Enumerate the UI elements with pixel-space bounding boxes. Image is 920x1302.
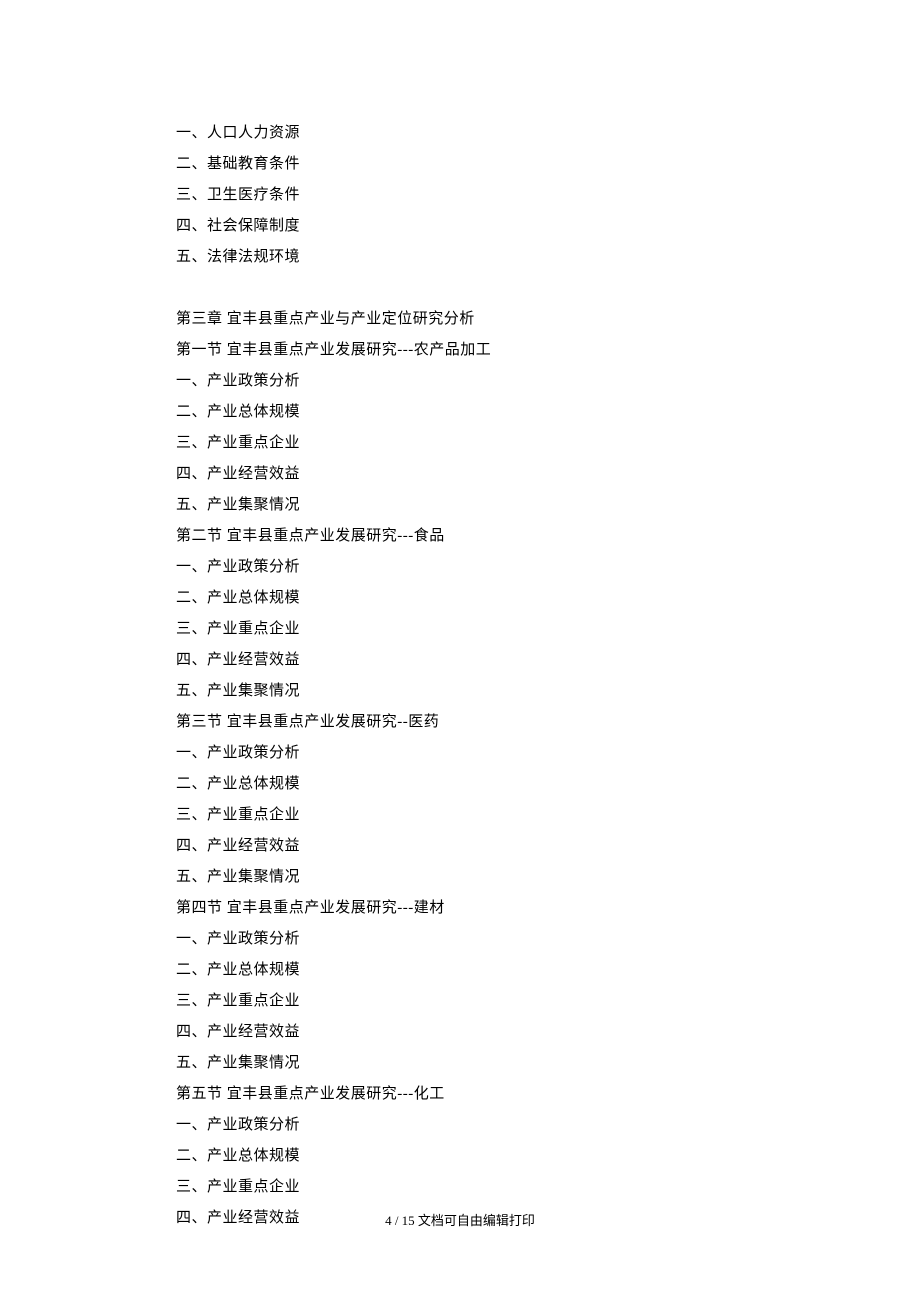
toc-line: 第一节 宜丰县重点产业发展研究---农产品加工 — [176, 335, 800, 366]
toc-line: 三、产业重点企业 — [176, 614, 800, 645]
toc-line: 第二节 宜丰县重点产业发展研究---食品 — [176, 521, 800, 552]
toc-line: 四、产业经营效益 — [176, 645, 800, 676]
toc-line: 第五节 宜丰县重点产业发展研究---化工 — [176, 1079, 800, 1110]
toc-line: 二、产业总体规模 — [176, 1141, 800, 1172]
toc-line: 四、产业经营效益 — [176, 459, 800, 490]
toc-line: 一、产业政策分析 — [176, 924, 800, 955]
toc-line: 三、产业重点企业 — [176, 986, 800, 1017]
toc-line: 五、产业集聚情况 — [176, 676, 800, 707]
toc-line: 二、基础教育条件 — [176, 149, 800, 180]
page-footer: 4 / 15 文档可自由编辑打印 — [0, 1210, 920, 1229]
toc-line: 第三节 宜丰县重点产业发展研究--医药 — [176, 707, 800, 738]
toc-line: 五、产业集聚情况 — [176, 862, 800, 893]
toc-line: 三、产业重点企业 — [176, 428, 800, 459]
toc-line: 五、产业集聚情况 — [176, 1048, 800, 1079]
toc-line: 五、法律法规环境 — [176, 242, 800, 273]
toc-line: 四、产业经营效益 — [176, 1017, 800, 1048]
toc-line: 二、产业总体规模 — [176, 583, 800, 614]
toc-line: 五、产业集聚情况 — [176, 490, 800, 521]
toc-line: 三、卫生医疗条件 — [176, 180, 800, 211]
toc-line: 四、产业经营效益 — [176, 831, 800, 862]
toc-line: 一、产业政策分析 — [176, 738, 800, 769]
toc-line: 第三章 宜丰县重点产业与产业定位研究分析 — [176, 304, 800, 335]
toc-line: 三、产业重点企业 — [176, 800, 800, 831]
toc-line: 一、产业政策分析 — [176, 366, 800, 397]
toc-line: 一、人口人力资源 — [176, 118, 800, 149]
toc-line: 一、产业政策分析 — [176, 552, 800, 583]
toc-line: 四、社会保障制度 — [176, 211, 800, 242]
toc-line: 一、产业政策分析 — [176, 1110, 800, 1141]
toc-line: 第四节 宜丰县重点产业发展研究---建材 — [176, 893, 800, 924]
toc-line: 二、产业总体规模 — [176, 397, 800, 428]
document-content: 一、人口人力资源二、基础教育条件三、卫生医疗条件四、社会保障制度五、法律法规环境… — [0, 0, 920, 1234]
toc-line: 二、产业总体规模 — [176, 769, 800, 800]
blank-line — [176, 273, 800, 304]
toc-line: 三、产业重点企业 — [176, 1172, 800, 1203]
toc-line: 二、产业总体规模 — [176, 955, 800, 986]
